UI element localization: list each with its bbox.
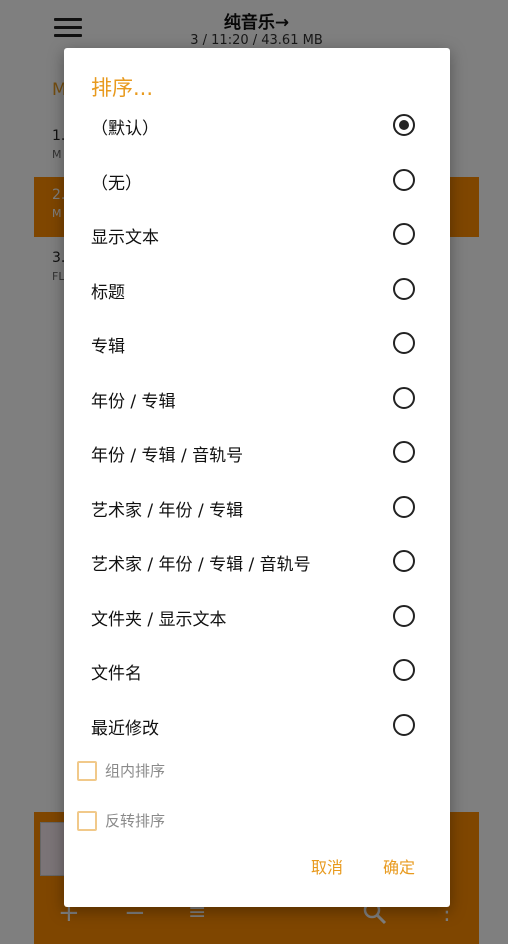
cancel-button[interactable]: 取消 <box>311 854 343 878</box>
checkbox[interactable] <box>77 761 97 781</box>
radio-button[interactable] <box>393 605 415 627</box>
radio-button[interactable] <box>393 387 415 409</box>
radio-button[interactable] <box>393 496 415 518</box>
radio-button[interactable] <box>393 441 415 463</box>
sort-option-title[interactable]: 标题 <box>64 263 450 317</box>
checkbox[interactable] <box>77 811 97 831</box>
reverse-sort-checkbox-row[interactable]: 反转排序 <box>64 806 450 838</box>
sort-option-artist-year-album-track[interactable]: 艺术家 / 年份 / 专辑 / 音轨号 <box>64 535 450 589</box>
sort-option-default[interactable]: （默认） <box>64 99 450 153</box>
dialog-title: 排序... <box>91 76 154 100</box>
radio-button[interactable] <box>393 332 415 354</box>
option-label: 显示文本 <box>91 228 159 248</box>
radio-button[interactable] <box>393 659 415 681</box>
option-label: 艺术家 / 年份 / 专辑 <box>91 501 244 521</box>
sort-option-folder-display-text[interactable]: 文件夹 / 显示文本 <box>64 590 450 644</box>
option-label: 最近修改 <box>91 719 159 739</box>
option-label: 文件夹 / 显示文本 <box>91 610 227 630</box>
radio-button[interactable] <box>393 223 415 245</box>
option-label: 标题 <box>91 283 125 303</box>
sort-option-display-text[interactable]: 显示文本 <box>64 208 450 262</box>
sort-option-last-modified[interactable]: 最近修改 <box>64 699 450 753</box>
sort-dialog: 排序... （默认） （无） 显示文本 标题 专辑 年份 / 专辑 年份 / 专… <box>64 48 450 907</box>
checkbox-label: 反转排序 <box>105 812 166 830</box>
radio-button[interactable] <box>393 714 415 736</box>
checkbox-label: 组内排序 <box>105 762 166 780</box>
option-label: 年份 / 专辑 / 音轨号 <box>91 446 244 466</box>
option-label: （无） <box>91 174 142 194</box>
option-label: 年份 / 专辑 <box>91 392 176 412</box>
sort-option-year-album[interactable]: 年份 / 专辑 <box>64 372 450 426</box>
radio-button[interactable] <box>393 278 415 300</box>
option-label: （默认） <box>91 119 159 139</box>
option-label: 艺术家 / 年份 / 专辑 / 音轨号 <box>91 555 311 575</box>
sort-option-artist-year-album[interactable]: 艺术家 / 年份 / 专辑 <box>64 481 450 535</box>
sort-option-filename[interactable]: 文件名 <box>64 644 450 698</box>
radio-button[interactable] <box>393 550 415 572</box>
radio-button[interactable] <box>393 169 415 191</box>
sort-option-year-album-track[interactable]: 年份 / 专辑 / 音轨号 <box>64 426 450 480</box>
sort-within-group-checkbox-row[interactable]: 组内排序 <box>64 756 450 788</box>
sort-option-none[interactable]: （无） <box>64 154 450 208</box>
ok-button[interactable]: 确定 <box>383 854 415 878</box>
option-label: 文件名 <box>91 664 142 684</box>
radio-button-selected[interactable] <box>393 114 415 136</box>
option-label: 专辑 <box>91 337 125 357</box>
sort-option-album[interactable]: 专辑 <box>64 317 450 371</box>
